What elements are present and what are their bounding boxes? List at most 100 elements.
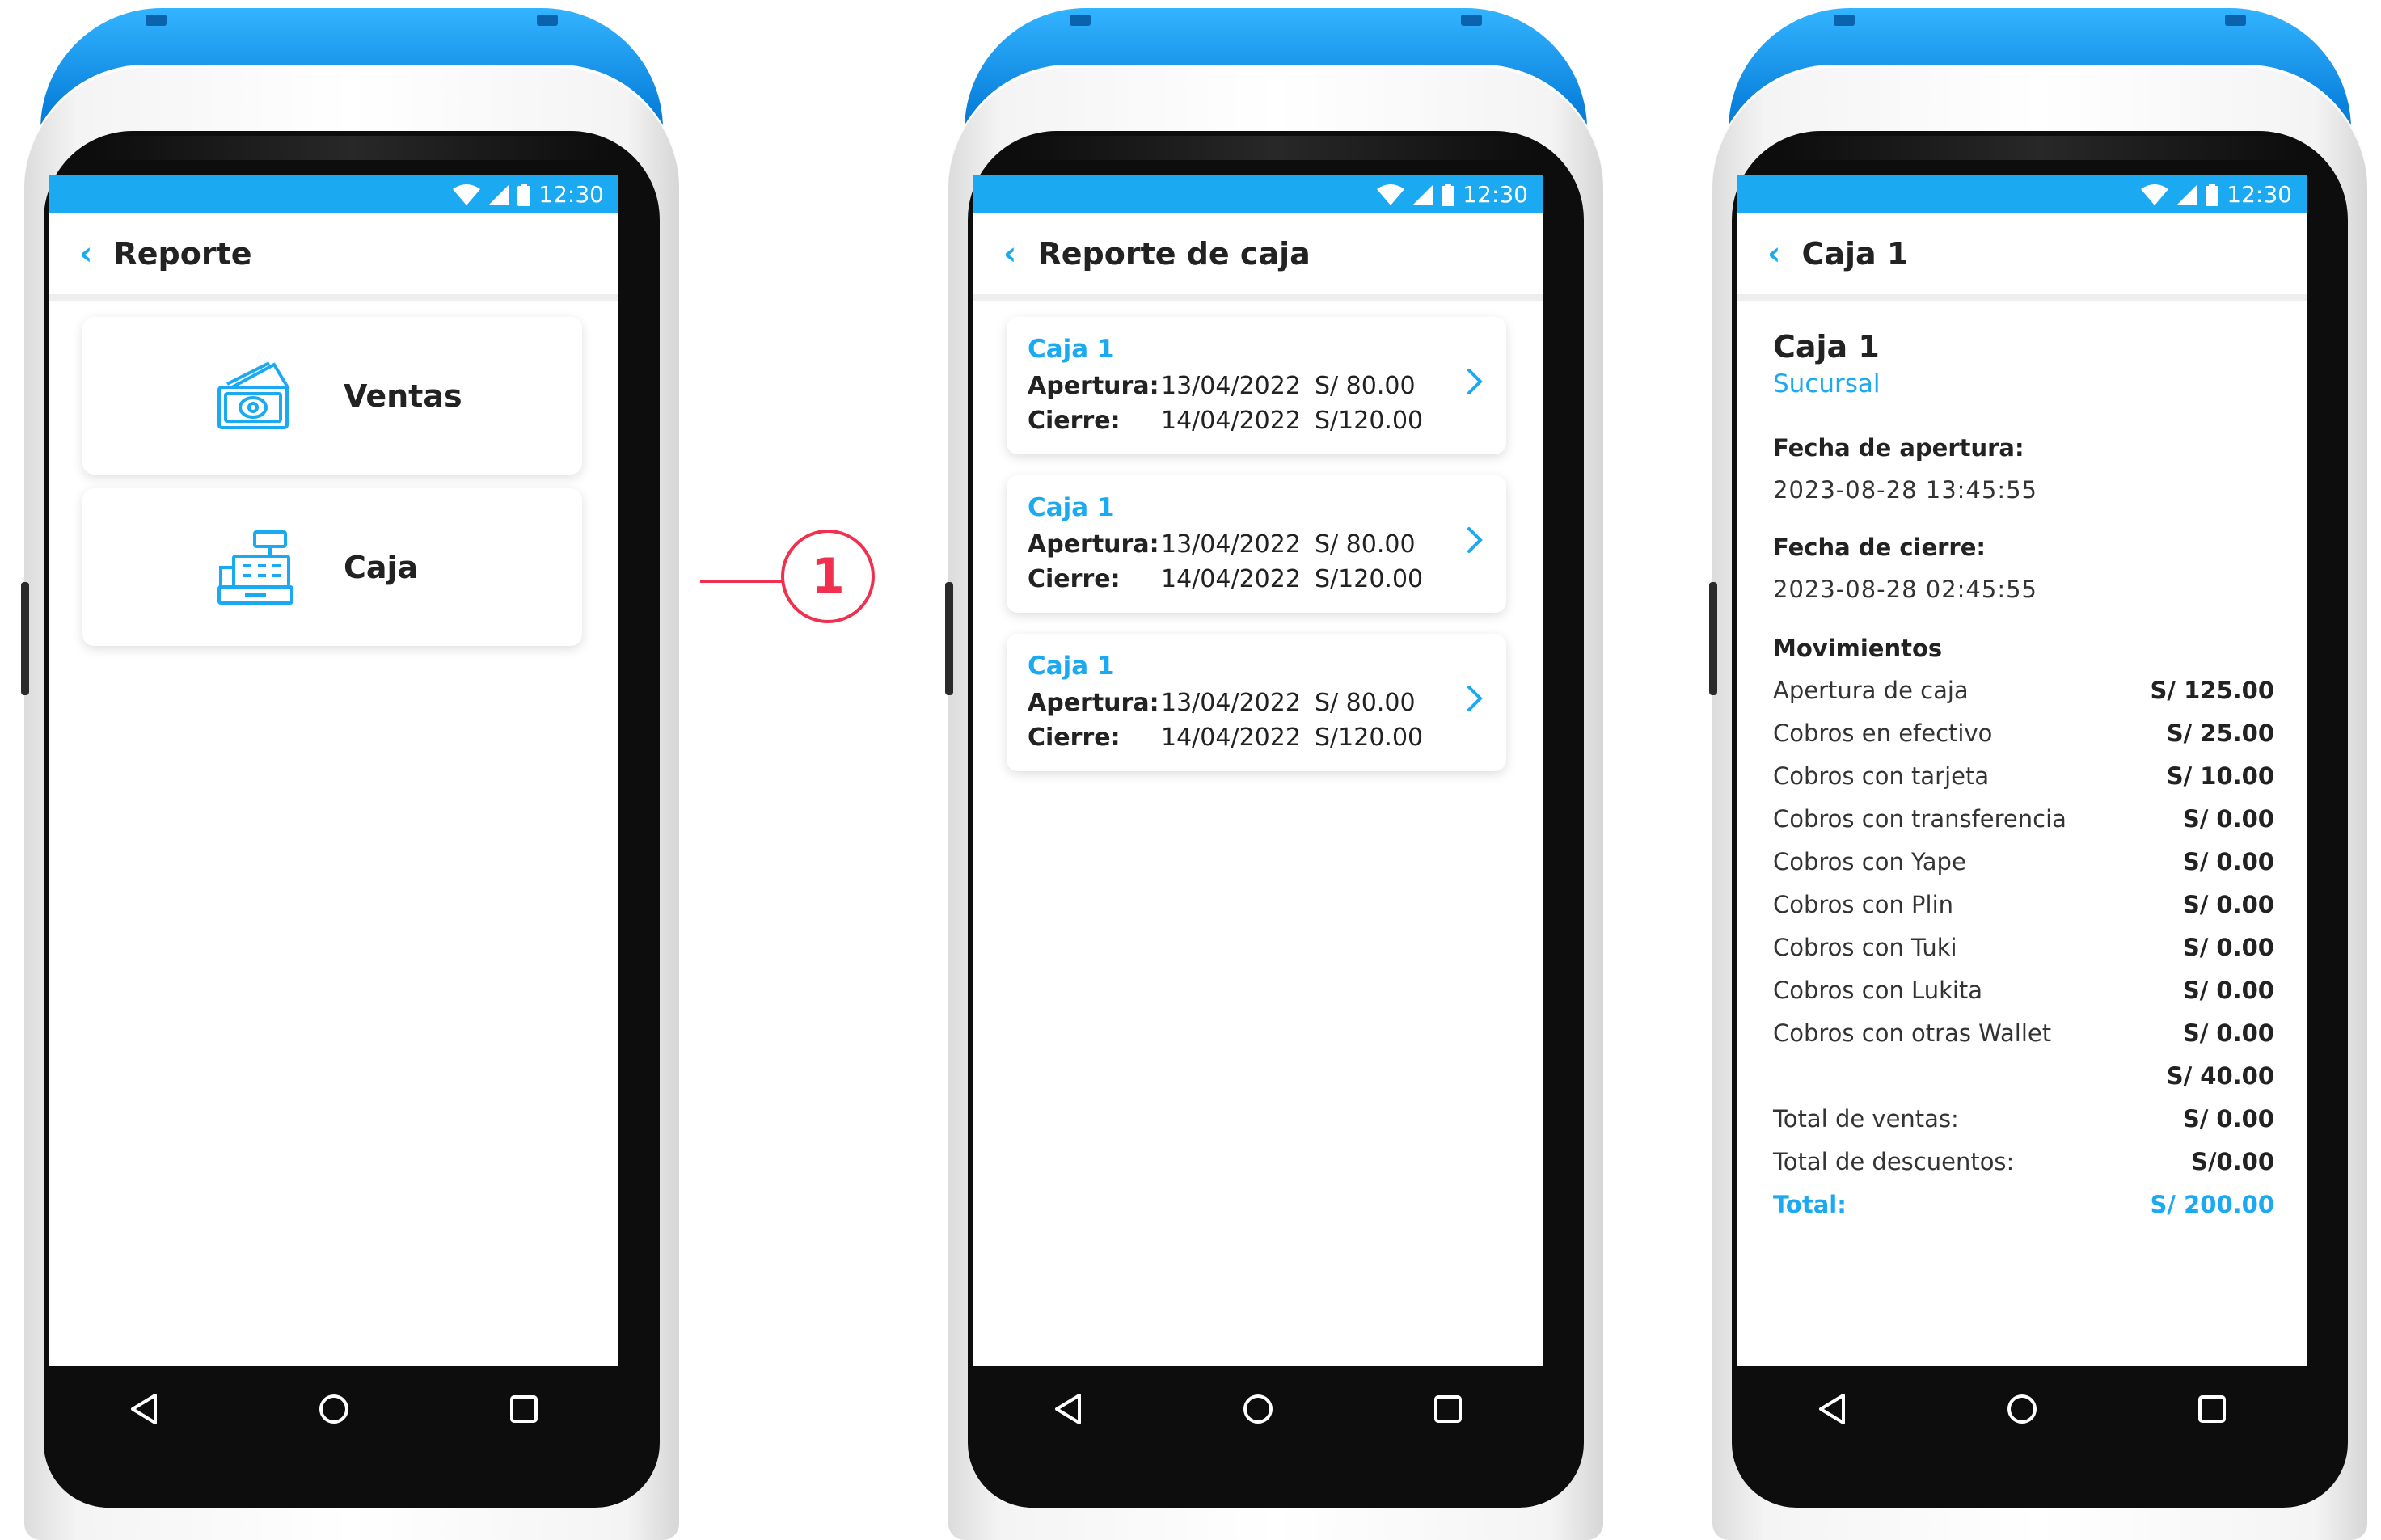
open-label: Apertura: [1028,530,1159,559]
movement-row: Apertura de caja S/ 125.00 [1773,677,2274,704]
back-chevron-icon[interactable]: ‹ [79,238,92,270]
battery-icon [1442,183,1455,206]
close-amount: S/120.00 [1315,724,1424,752]
nav-home-icon[interactable] [1998,1385,2046,1433]
caja-report-card[interactable]: Caja 1 Apertura: 13/04/2022 S/ 80.00 Cierr… [1007,317,1506,454]
movement-row: Cobros con Yape S/ 0.00 [1773,848,2274,875]
step-marker: 1 [781,530,875,623]
open-date: 13/04/2022 [1161,530,1301,559]
movement-label: Cobros con Tuki [1773,934,1957,961]
page-title: Reporte de caja [1037,236,1311,272]
movement-row: Cobros con transferencia S/ 0.00 [1773,805,2274,833]
movement-label: Cobros con Plin [1773,891,1954,918]
cash-register-icon [217,530,293,605]
side-button [945,582,953,695]
movement-row: Cobros con Lukita S/ 0.00 [1773,977,2274,1004]
movement-amount: S/ 25.00 [2166,719,2274,747]
nav-recents-icon[interactable] [500,1385,548,1433]
movement-amount: S/ 0.00 [2182,977,2274,1004]
close-label: Cierre: [1028,407,1121,435]
screen-reporte: 12:30 ‹ Reporte Ventas Caja [49,175,618,1366]
nav-back-icon[interactable] [120,1385,168,1433]
close-date-label: Fecha de cierre: [1773,534,1986,561]
movement-label: Cobros con otras Wallet [1773,1019,2052,1047]
movement-amount: S/ 125.00 [2150,677,2274,704]
back-chevron-icon[interactable]: ‹ [1003,238,1016,270]
caja-name: Caja 1 [1028,652,1115,681]
status-time: 12:30 [1463,181,1528,208]
menu-card-caja[interactable]: Caja [82,488,582,646]
screen-caja-detail: 12:30 ‹ Caja 1 Caja 1 Sucursal Fecha de … [1737,175,2307,1366]
movement-label: Total de descuentos: [1773,1148,2015,1175]
page-title: Caja 1 [1801,236,1909,272]
nav-home-icon[interactable] [310,1385,358,1433]
caja-report-card[interactable]: Caja 1 Apertura: 13/04/2022 S/ 80.00 Cierr… [1007,634,1506,771]
movement-amount: S/ 0.00 [2182,1019,2274,1047]
wifi-icon [453,184,481,205]
subtotal-amount: S/ 40.00 [2166,1062,2274,1090]
movement-label: Cobros con Yape [1773,848,1966,875]
app-bar: ‹ Caja 1 [1737,213,2307,301]
open-date-label: Fecha de apertura: [1773,434,2024,462]
step-number: 1 [811,548,845,605]
movement-label: Apertura de caja [1773,677,1969,704]
chevron-right-icon[interactable] [1466,525,1484,555]
movement-label: Cobros en efectivo [1773,719,1993,747]
caja-name: Caja 1 [1028,493,1115,522]
android-nav-bar [49,1366,618,1451]
open-amount: S/ 80.00 [1315,372,1416,400]
close-label: Cierre: [1028,724,1121,752]
total-discounts-row: Total de descuentos: S/0.00 [1773,1148,2274,1175]
total-amount: S/ 200.00 [2150,1191,2274,1218]
open-amount: S/ 80.00 [1315,689,1416,717]
movement-label: Cobros con Lukita [1773,977,1983,1004]
movement-row: Cobros en efectivo S/ 25.00 [1773,719,2274,747]
close-amount: S/120.00 [1315,407,1424,435]
open-date: 13/04/2022 [1161,689,1301,717]
menu-label-ventas: Ventas [344,378,462,414]
status-bar: 12:30 [1737,175,2307,213]
movement-label: Total de ventas: [1773,1105,1959,1133]
annotation-connector [700,580,783,583]
back-chevron-icon[interactable]: ‹ [1767,238,1780,270]
movement-row: Cobros con Tuki S/ 0.00 [1773,934,2274,961]
menu-label-caja: Caja [344,549,419,585]
movement-row: Cobros con otras Wallet S/ 0.00 [1773,1019,2274,1047]
phone-device-3: 12:30 ‹ Caja 1 Caja 1 Sucursal Fecha de … [1709,8,2367,1540]
status-bar: 12:30 [49,175,618,213]
menu-card-ventas[interactable]: Ventas [82,317,582,475]
caja-report-card[interactable]: Caja 1 Apertura: 13/04/2022 S/ 80.00 Cierr… [1007,475,1506,613]
grand-total-row: Total: S/ 200.00 [1773,1191,2274,1218]
nav-back-icon[interactable] [1044,1385,1092,1433]
movement-label: Cobros con transferencia [1773,805,2066,833]
status-time: 12:30 [2227,181,2292,208]
chevron-right-icon[interactable] [1466,367,1484,396]
battery-icon [2206,183,2219,206]
phone-device-1: 12:30 ‹ Reporte Ventas Caja [21,8,679,1540]
open-label: Apertura: [1028,372,1159,400]
wifi-icon [1377,184,1405,205]
caja-name: Caja 1 [1028,335,1115,364]
app-bar: ‹ Reporte [49,213,618,301]
nav-home-icon[interactable] [1234,1385,1282,1433]
total-sales-row: Total de ventas: S/ 0.00 [1773,1105,2274,1133]
movement-amount: S/ 0.00 [2182,934,2274,961]
page-title: Reporte [113,236,252,272]
screen-reporte-caja: 12:30 ‹ Reporte de caja Caja 1 Apertura:… [973,175,1543,1366]
subtotal-row: S/ 40.00 [1773,1062,2274,1090]
android-nav-bar [973,1366,1543,1451]
movement-amount: S/ 0.00 [2182,805,2274,833]
movement-label: Cobros con tarjeta [1773,762,1990,790]
money-icon [217,361,290,429]
open-label: Apertura: [1028,689,1159,717]
close-date: 14/04/2022 [1161,724,1301,752]
chevron-right-icon[interactable] [1466,684,1484,713]
nav-recents-icon[interactable] [2188,1385,2236,1433]
nav-back-icon[interactable] [1808,1385,1856,1433]
total-label: Total: [1773,1191,1847,1218]
branch-name: Sucursal [1773,369,1881,399]
phone-device-2: 12:30 ‹ Reporte de caja Caja 1 Apertura:… [945,8,1603,1540]
nav-recents-icon[interactable] [1424,1385,1472,1433]
status-time: 12:30 [538,181,604,208]
open-date-value: 2023-08-28 13:45:55 [1773,476,2037,504]
